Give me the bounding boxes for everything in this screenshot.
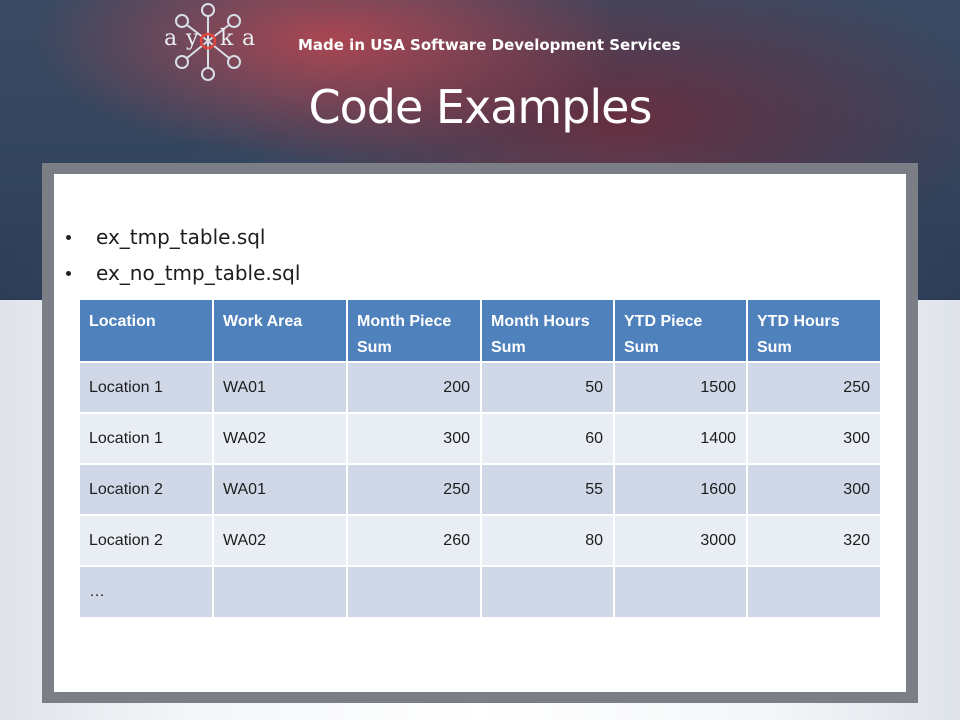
bullet-list: ex_tmp_table.sql ex_no_tmp_table.sql bbox=[66, 220, 566, 292]
table-cell: Location 1 bbox=[80, 361, 214, 413]
table-row: Location 2 WA01 250 55 1600 300 bbox=[80, 463, 880, 515]
bullet-item: ex_tmp_table.sql bbox=[66, 220, 566, 256]
company-tagline: Made in USA Software Development Service… bbox=[298, 36, 681, 54]
bullet-item: ex_no_tmp_table.sql bbox=[66, 256, 566, 292]
table-cell: Location 2 bbox=[80, 463, 214, 515]
table-cell: 260 bbox=[347, 514, 482, 566]
table-row: Location 2 WA02 260 80 3000 320 bbox=[80, 514, 880, 566]
table-cell: 1400 bbox=[614, 412, 748, 464]
table-cell: 300 bbox=[747, 463, 880, 515]
data-table: Location Work Area Month Piece Sum Month… bbox=[80, 300, 880, 617]
table-cell: 50 bbox=[481, 361, 615, 413]
slide-title: Code Examples bbox=[308, 80, 653, 134]
table-cell: 80 bbox=[481, 514, 615, 566]
table-cell: 1500 bbox=[614, 361, 748, 413]
table-cell: WA01 bbox=[213, 463, 348, 515]
column-header-month-piece-sum: Month Piece Sum bbox=[347, 300, 482, 362]
column-header-ytd-hours-sum: YTD Hours Sum bbox=[747, 300, 880, 362]
table-cell bbox=[347, 565, 482, 617]
table-cell: 1600 bbox=[614, 463, 748, 515]
table-cell bbox=[481, 565, 615, 617]
table-header-row: Location Work Area Month Piece Sum Month… bbox=[80, 300, 880, 362]
table-cell: Location 2 bbox=[80, 514, 214, 566]
ayoka-logo: a y k a bbox=[160, 0, 260, 90]
column-header-location: Location bbox=[80, 300, 214, 362]
column-header-month-hours-sum: Month Hours Sum bbox=[481, 300, 615, 362]
table-cell: 60 bbox=[481, 412, 615, 464]
table-cell: WA02 bbox=[213, 412, 348, 464]
table-row: Location 1 WA01 200 50 1500 250 bbox=[80, 361, 880, 413]
bullet-dot-icon bbox=[66, 271, 71, 276]
logo-letter: k bbox=[220, 26, 236, 51]
logo-wordmark: a y k a bbox=[160, 26, 260, 56]
logo-letter: a bbox=[164, 26, 180, 51]
table-row: Location 1 WA02 300 60 1400 300 bbox=[80, 412, 880, 464]
bullet-dot-icon bbox=[66, 235, 71, 240]
table-cell: 300 bbox=[347, 412, 482, 464]
table-cell: WA01 bbox=[213, 361, 348, 413]
table-cell: 320 bbox=[747, 514, 880, 566]
table-cell: WA02 bbox=[213, 514, 348, 566]
table-row: … bbox=[80, 565, 880, 617]
bullet-text: ex_tmp_table.sql bbox=[96, 225, 266, 249]
table-cell: 300 bbox=[747, 412, 880, 464]
table-cell: Location 1 bbox=[80, 412, 214, 464]
table-cell: 200 bbox=[347, 361, 482, 413]
table-cell: 55 bbox=[481, 463, 615, 515]
table-cell bbox=[614, 565, 748, 617]
column-header-work-area: Work Area bbox=[213, 300, 348, 362]
table-cell: 250 bbox=[747, 361, 880, 413]
table-cell: … bbox=[80, 565, 214, 617]
table-cell: 3000 bbox=[614, 514, 748, 566]
logo-letter: y bbox=[186, 26, 201, 51]
table-cell: 250 bbox=[347, 463, 482, 515]
column-header-ytd-piece-sum: YTD Piece Sum bbox=[614, 300, 748, 362]
logo-letter: a bbox=[242, 26, 258, 51]
table-cell bbox=[213, 565, 348, 617]
bullet-text: ex_no_tmp_table.sql bbox=[96, 261, 301, 285]
table-cell bbox=[747, 565, 880, 617]
